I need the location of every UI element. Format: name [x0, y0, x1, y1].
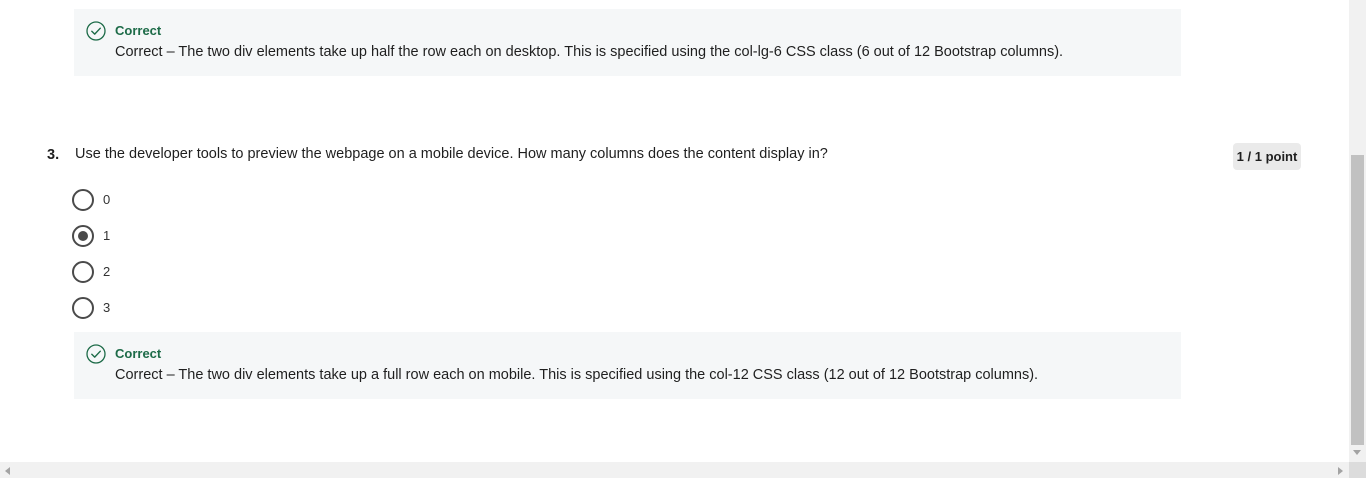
feedback-text: Correct – The two div elements take up a… — [115, 367, 1039, 383]
radio-button[interactable] — [72, 189, 94, 211]
points-badge: 1 / 1 point — [1233, 143, 1301, 170]
scroll-down-arrow-icon[interactable] — [1353, 450, 1361, 455]
check-circle-icon — [86, 21, 106, 41]
feedback-panel: Correct Correct – The two div elements t… — [74, 332, 1181, 399]
scroll-left-arrow-icon[interactable] — [5, 467, 10, 475]
horizontal-scrollbar[interactable] — [0, 462, 1349, 478]
radio-button[interactable] — [72, 261, 94, 283]
feedback-status: Correct — [115, 346, 162, 361]
feedback-status: Correct — [115, 23, 162, 38]
option-label: 1 — [103, 228, 111, 243]
scroll-right-arrow-icon[interactable] — [1338, 467, 1343, 475]
feedback-text: Correct – The two div elements take up h… — [115, 44, 1064, 60]
option-label: 0 — [103, 192, 111, 207]
option-label: 2 — [103, 264, 111, 279]
feedback-panel-previous: Correct Correct – The two div elements t… — [74, 9, 1181, 76]
answer-option-2[interactable]: 2 — [72, 261, 192, 283]
answer-option-0[interactable]: 0 — [72, 189, 192, 211]
vertical-scrollbar-thumb[interactable] — [1351, 155, 1364, 445]
quiz-page: Correct Correct – The two div elements t… — [0, 0, 1349, 462]
answer-option-1[interactable]: 1 — [72, 225, 192, 247]
question-number: 3. — [47, 147, 60, 163]
radio-button[interactable] — [72, 297, 94, 319]
question-text: Use the developer tools to preview the w… — [75, 146, 828, 162]
scrollbar-corner — [1349, 462, 1366, 478]
option-label: 3 — [103, 300, 111, 315]
check-circle-icon — [86, 344, 106, 364]
answer-option-3[interactable]: 3 — [72, 297, 192, 319]
radio-button-selected[interactable] — [72, 225, 94, 247]
